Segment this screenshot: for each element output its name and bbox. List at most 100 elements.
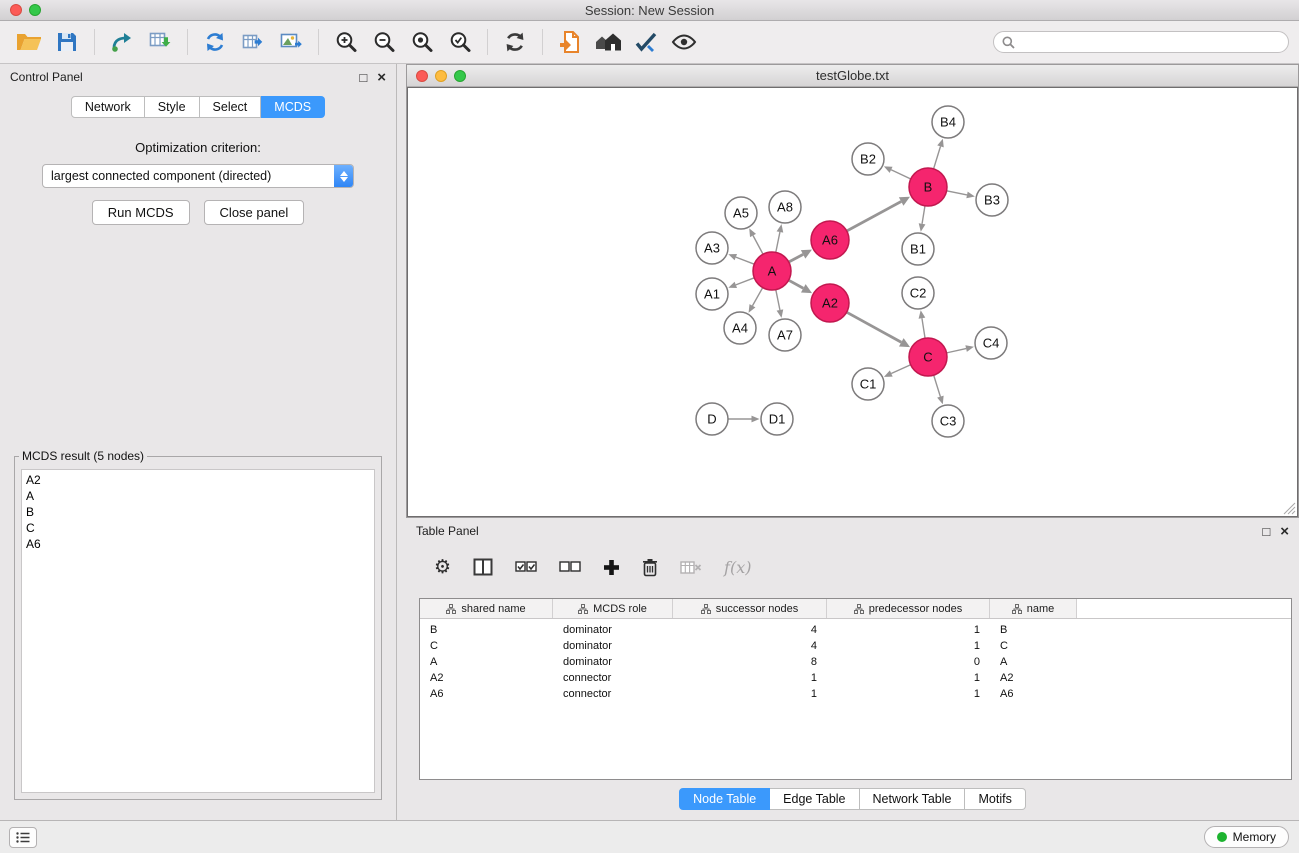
tab-node-table[interactable]: Node Table: [679, 788, 770, 810]
search-input[interactable]: [1020, 35, 1280, 49]
result-item-A2[interactable]: A2: [26, 472, 374, 488]
graph-node-C4[interactable]: C4: [975, 327, 1007, 359]
graph-node-C3[interactable]: C3: [932, 405, 964, 437]
graph-edge-A-A8[interactable]: [776, 224, 783, 252]
close-window-button[interactable]: [10, 4, 22, 16]
resize-gripper-icon[interactable]: [1283, 502, 1296, 515]
task-history-button[interactable]: [9, 827, 37, 848]
mcds-result-list[interactable]: A2ABCA6: [21, 469, 375, 793]
graph-node-C1[interactable]: C1: [852, 368, 884, 400]
deselect-all-button[interactable]: [559, 561, 581, 574]
network-zoom-button[interactable]: [454, 70, 466, 82]
tab-network[interactable]: Network: [71, 96, 145, 118]
column-header-MCDS-role[interactable]: MCDS role: [553, 599, 673, 618]
graph-edge-A-A3[interactable]: [728, 254, 754, 264]
zoom-window-button[interactable]: [29, 4, 41, 16]
graph-edge-A-A5[interactable]: [749, 228, 763, 254]
tab-edge-table[interactable]: Edge Table: [770, 788, 859, 810]
graph-edge-B-B3[interactable]: [947, 191, 975, 198]
graph-node-B1[interactable]: B1: [902, 233, 934, 265]
delete-column-button[interactable]: [642, 558, 658, 577]
result-item-A6[interactable]: A6: [26, 536, 374, 552]
close-panel-icon[interactable]: ×: [377, 70, 386, 85]
zoom-out-button[interactable]: [365, 24, 403, 60]
graph-node-C[interactable]: C: [909, 338, 947, 376]
apply-style-button[interactable]: [627, 24, 665, 60]
result-item-C[interactable]: C: [26, 520, 374, 536]
export-table-button[interactable]: [234, 24, 272, 60]
import-table-button[interactable]: [141, 24, 179, 60]
result-item-A[interactable]: A: [26, 488, 374, 504]
graph-node-A5[interactable]: A5: [725, 197, 757, 229]
graph-edge-C-C1[interactable]: [884, 365, 911, 377]
import-network-button[interactable]: [103, 24, 141, 60]
graph-edge-A-A6[interactable]: [789, 250, 812, 262]
export-image-button[interactable]: [272, 24, 310, 60]
table-row[interactable]: A6connector11A6: [420, 686, 1291, 702]
result-item-B[interactable]: B: [26, 504, 374, 520]
column-header-name[interactable]: name: [990, 599, 1077, 618]
zoom-in-button[interactable]: [327, 24, 365, 60]
graph-node-C2[interactable]: C2: [902, 277, 934, 309]
graph-edge-D-D1[interactable]: [728, 416, 760, 423]
delete-table-button[interactable]: [680, 560, 702, 575]
network-graph[interactable]: B4B2BB3A5A8A6B1A3AA1C2A2A4A7C4CC1C3DD1: [408, 88, 1299, 518]
graph-node-A[interactable]: A: [753, 252, 791, 290]
run-mcds-button[interactable]: Run MCDS: [92, 200, 190, 225]
select-all-button[interactable]: [515, 561, 537, 574]
graph-node-B[interactable]: B: [909, 168, 947, 206]
graph-edge-B-B4[interactable]: [934, 139, 944, 169]
column-header-predecessor-nodes[interactable]: predecessor nodes: [827, 599, 990, 618]
graph-node-A6[interactable]: A6: [811, 221, 849, 259]
tab-network-table[interactable]: Network Table: [860, 788, 966, 810]
graph-edge-B-B2[interactable]: [884, 166, 911, 179]
column-header-successor-nodes[interactable]: successor nodes: [673, 599, 827, 618]
graph-edge-A6-B[interactable]: [847, 197, 910, 231]
tab-motifs[interactable]: Motifs: [965, 788, 1025, 810]
zoom-selected-button[interactable]: [441, 24, 479, 60]
graph-node-B2[interactable]: B2: [852, 143, 884, 175]
home-view-button[interactable]: [589, 24, 627, 60]
graph-node-A4[interactable]: A4: [724, 312, 756, 344]
network-minimize-button[interactable]: [435, 70, 447, 82]
column-header-shared-name[interactable]: shared name: [420, 599, 553, 618]
graph-node-A1[interactable]: A1: [696, 278, 728, 310]
graph-node-B3[interactable]: B3: [976, 184, 1008, 216]
graph-edge-A-A1[interactable]: [728, 278, 754, 288]
function-builder-button[interactable]: f(x): [724, 558, 751, 577]
graph-edge-C-C2[interactable]: [919, 310, 926, 338]
float-panel-icon[interactable]: □: [359, 71, 367, 84]
memory-button[interactable]: Memory: [1204, 826, 1289, 848]
graph-edge-C-C4[interactable]: [947, 345, 974, 353]
graph-node-A7[interactable]: A7: [769, 319, 801, 351]
graph-edge-B-B1[interactable]: [919, 206, 926, 232]
table-row[interactable]: A2connector11A2: [420, 670, 1291, 686]
create-column-button[interactable]: [603, 559, 620, 576]
show-columns-button[interactable]: [473, 558, 493, 576]
table-row[interactable]: Cdominator41C: [420, 638, 1291, 654]
table-row[interactable]: Bdominator41B: [420, 622, 1291, 638]
graph-node-A8[interactable]: A8: [769, 191, 801, 223]
float-panel-icon[interactable]: □: [1262, 525, 1270, 538]
graph-edge-C-C3[interactable]: [934, 375, 944, 404]
graph-edge-A-A4[interactable]: [749, 288, 763, 313]
graph-edge-A-A7[interactable]: [776, 290, 783, 318]
optimization-criterion-select[interactable]: largest connected component (directed): [42, 164, 354, 188]
graph-edge-A-A2[interactable]: [789, 280, 812, 293]
save-session-button[interactable]: [48, 24, 86, 60]
graph-node-B4[interactable]: B4: [932, 106, 964, 138]
open-session-button[interactable]: [10, 24, 48, 60]
graph-node-D1[interactable]: D1: [761, 403, 793, 435]
graph-node-D[interactable]: D: [696, 403, 728, 435]
graph-node-A2[interactable]: A2: [811, 284, 849, 322]
network-canvas[interactable]: B4B2BB3A5A8A6B1A3AA1C2A2A4A7C4CC1C3DD1: [407, 87, 1298, 517]
close-panel-button[interactable]: Close panel: [204, 200, 305, 225]
tab-select[interactable]: Select: [200, 96, 262, 118]
zoom-fit-button[interactable]: [403, 24, 441, 60]
table-settings-button[interactable]: ⚙: [434, 558, 451, 577]
refresh-layout-button[interactable]: [496, 24, 534, 60]
open-recent-file-button[interactable]: [551, 24, 589, 60]
tab-mcds[interactable]: MCDS: [261, 96, 325, 118]
network-close-button[interactable]: [416, 70, 428, 82]
table-row[interactable]: Adominator80A: [420, 654, 1291, 670]
